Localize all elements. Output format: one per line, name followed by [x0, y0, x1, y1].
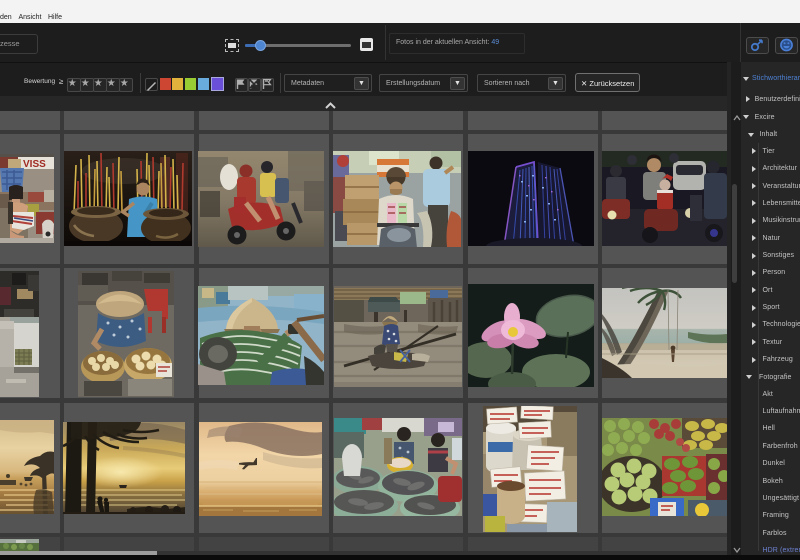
svg-text:VISS: VISS: [23, 159, 46, 170]
